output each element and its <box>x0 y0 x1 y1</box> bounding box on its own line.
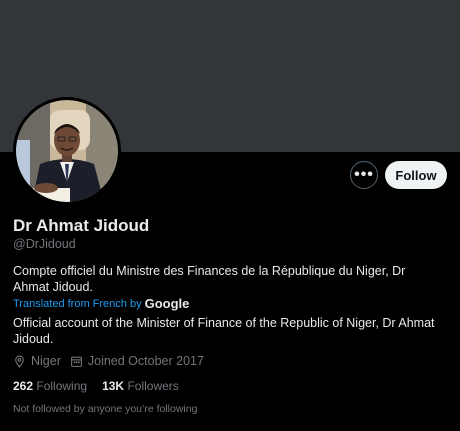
profile-name: Dr Ahmat Jidoud <box>13 216 150 235</box>
translated-label: Translated from French by <box>13 297 142 310</box>
followers-link[interactable]: 13K Followers <box>102 379 179 393</box>
profile-handle: @DrJidoud <box>13 237 76 251</box>
profile-meta: Niger Joined October 2017 <box>13 354 213 368</box>
followers-label: Followers <box>127 379 179 393</box>
following-label: Following <box>36 379 88 393</box>
location-text: Niger <box>31 354 61 368</box>
calendar-icon <box>70 356 82 367</box>
translator-name: Google <box>144 296 190 311</box>
profile-bio-original: Compte officiel du Ministre des Finances… <box>13 264 406 294</box>
location-item: Niger <box>13 354 61 368</box>
profile-bio-translated: Official account of the Minister of Fina… <box>13 316 435 346</box>
location-pin-icon <box>15 355 24 368</box>
profile-avatar[interactable] <box>13 97 121 205</box>
follow-context-note: Not followed by anyone you’re following <box>13 403 198 415</box>
profile-stats: 262 Following 13K Followers <box>13 379 179 393</box>
more-options-button[interactable]: ••• <box>350 161 378 189</box>
joined-text: Joined October 2017 <box>87 354 204 368</box>
follow-button[interactable]: Follow <box>385 161 447 189</box>
translation-attribution[interactable]: Translated from French by Google <box>13 296 189 311</box>
more-icon: ••• <box>354 166 374 183</box>
avatar-photo <box>16 100 118 202</box>
following-link[interactable]: 262 Following <box>13 379 87 393</box>
joined-item: Joined October 2017 <box>70 354 204 368</box>
followers-count: 13K <box>102 379 125 393</box>
following-count: 262 <box>13 379 34 393</box>
